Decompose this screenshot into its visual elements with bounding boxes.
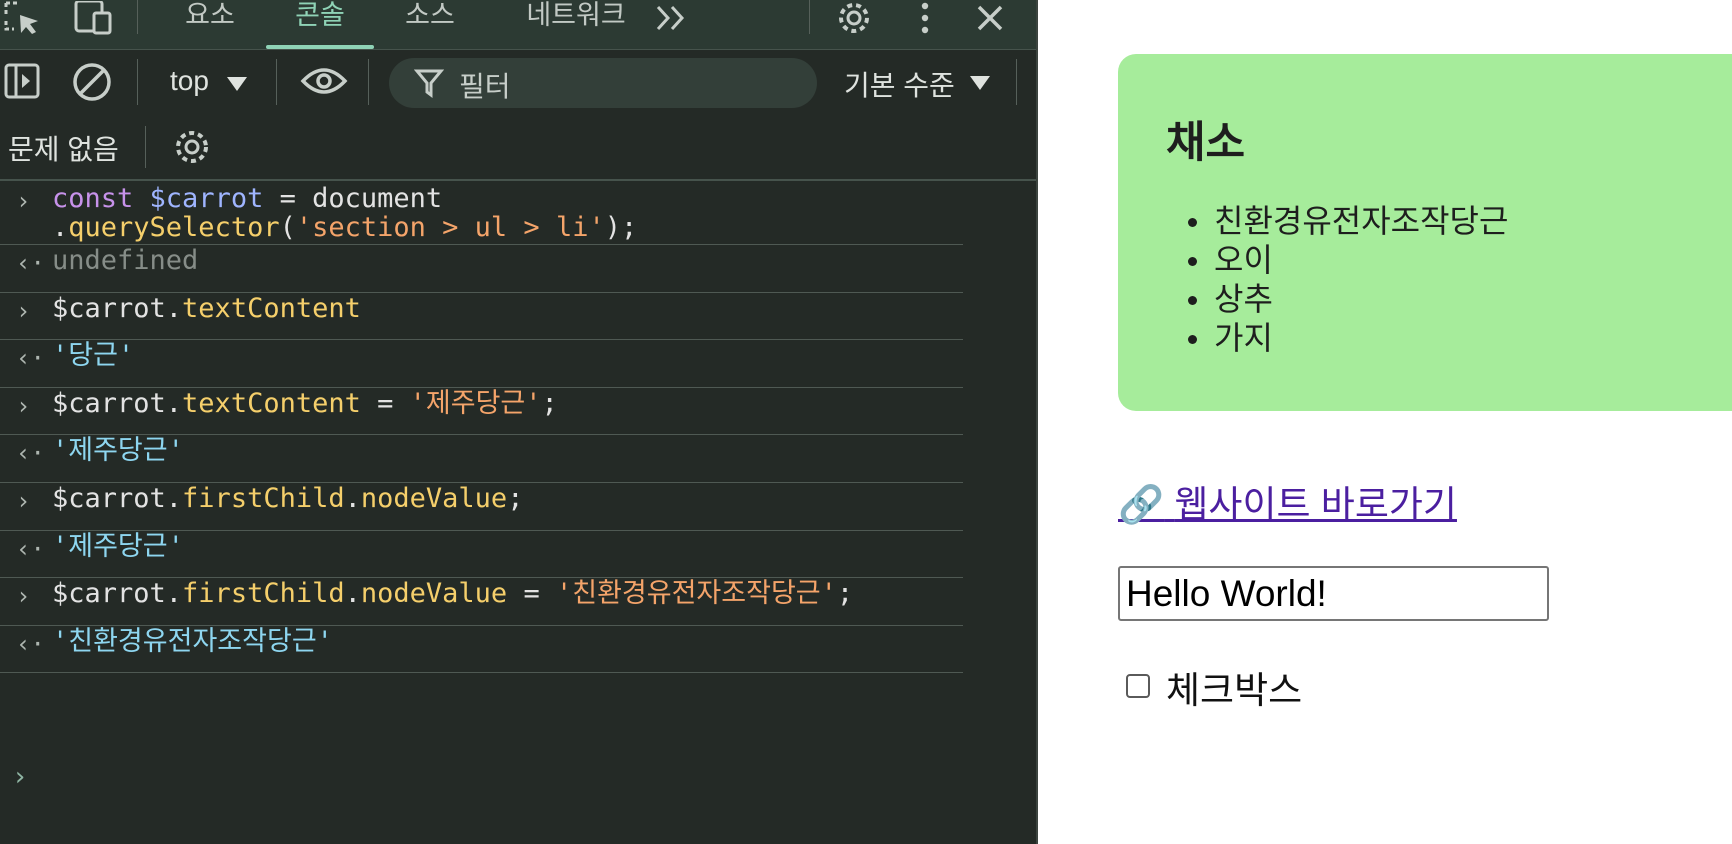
chevron-down-icon [227,77,247,91]
console-result-line[interactable]: ‹· '친환경유전자조작당근' [0,626,963,674]
active-tab-indicator [266,45,374,49]
console-result-line[interactable]: ‹· '제주당근' [0,531,963,579]
clear-console-icon[interactable] [72,62,112,106]
input-prompt-icon: › [16,296,31,325]
console-code: '친환경유전자조작당근' [52,625,333,657]
console-toolbar: top 필터 기본 수준 [0,51,1036,113]
console-input-line[interactable]: › $carrot.textContent = '제주당근'; [0,388,963,436]
vegetable-list: 친환경유전자조작당근 오이 상추 가지 [1188,202,1508,358]
console-result-line[interactable]: ‹· undefined [0,245,963,293]
console-code: $carrot.textContent = '제주당근'; [52,387,558,419]
inspect-element-icon[interactable] [0,0,44,36]
sidebar-toggle-icon[interactable] [4,63,40,103]
website-link[interactable]: 🔗 웹사이트 바로가기 [1118,474,1457,528]
close-icon[interactable] [972,0,1008,36]
tabbar-separator [809,0,810,34]
tab-network[interactable]: 네트워크 [506,0,646,50]
input-prompt-icon: › [16,487,31,515]
link-icon: 🔗 [1118,484,1165,525]
more-tabs-icon[interactable] [652,0,692,36]
console-input-line[interactable]: › $carrot.firstChild.nodeValue = '친환경유전자조… [0,578,963,626]
devtools-panel: 요소 콘솔 소스 네트워크 top 필터 기본 수준 문제 없음 › const… [0,0,1036,844]
gear-icon[interactable] [172,127,212,171]
context-selector[interactable]: top [170,65,209,97]
console-code: const $carrot = document [52,183,443,214]
kebab-menu-icon[interactable] [912,0,938,36]
result-arrow-icon: ‹· [16,439,45,468]
filter-icon [413,68,445,102]
section-title: 채소 [1166,119,1246,167]
tabbar-separator [137,0,138,34]
issues-bar: 문제 없음 [0,113,1036,181]
chevron-down-icon [970,76,990,90]
input-prompt-icon: › [16,187,31,215]
console-code: undefined [52,245,199,276]
issues-count[interactable]: 문제 없음 [8,128,119,168]
console-input-line[interactable]: › $carrot.firstChild.nodeValue; [0,483,963,531]
tab-console[interactable]: 콘솔 [278,0,362,50]
input-prompt-icon: › [16,391,31,420]
result-arrow-icon: ‹· [16,534,45,563]
input-prompt-icon: › [16,582,31,611]
devtools-tabbar: 요소 콘솔 소스 네트워크 [0,0,1036,50]
checkbox-label: 체크박스 [1166,670,1303,711]
text-field[interactable] [1118,566,1549,621]
console-input-line[interactable]: › $carrot.textContent [0,293,963,341]
console-code: .querySelector('section > ul > li'); [52,212,638,243]
console-input-line[interactable]: › const $carrot = document .querySelector(… [0,183,963,245]
result-arrow-icon: ‹· [16,344,45,373]
result-arrow-icon: ‹· [16,249,45,277]
toolbar-separator [137,59,138,105]
console-code: $carrot.firstChild.nodeValue = '친환경유전자조작… [52,578,854,610]
console-code: '제주당근' [52,435,184,467]
issues-separator [145,126,146,168]
webpage-viewport: 채소 친환경유전자조작당근 오이 상추 가지 🔗 웹사이트 바로가기 체크박스 [1038,0,1732,844]
device-toolbar-icon[interactable] [68,0,116,36]
eye-icon[interactable] [300,63,348,103]
console-result-line[interactable]: ‹· '제주당근' [0,435,963,483]
console-result-line[interactable]: ‹· '당근' [0,340,963,388]
console-code: '제주당근' [52,530,184,562]
filter-placeholder: 필터 [459,71,511,102]
console-prompt[interactable]: › [12,762,28,792]
gear-icon[interactable] [832,0,876,36]
website-link-text: 웹사이트 바로가기 [1174,484,1457,525]
list-item: 가지 [1188,319,1508,358]
console-code: $carrot.firstChild.nodeValue; [52,483,524,514]
list-item: 오이 [1188,241,1508,280]
list-item: 상추 [1188,280,1508,319]
toolbar-separator [1016,59,1017,105]
tab-elements[interactable]: 요소 [170,0,250,50]
toolbar-separator [368,59,369,105]
list-item: 친환경유전자조작당근 [1188,202,1508,241]
filter-input[interactable] [389,58,817,108]
log-level-selector[interactable]: 기본 수준 [844,64,955,104]
result-arrow-icon: ‹· [16,629,45,658]
console-code: '당근' [52,340,135,372]
console-code: $carrot.textContent [52,292,361,324]
tab-sources[interactable]: 소스 [392,0,468,50]
toolbar-separator [276,59,277,105]
checkbox[interactable] [1126,674,1150,698]
